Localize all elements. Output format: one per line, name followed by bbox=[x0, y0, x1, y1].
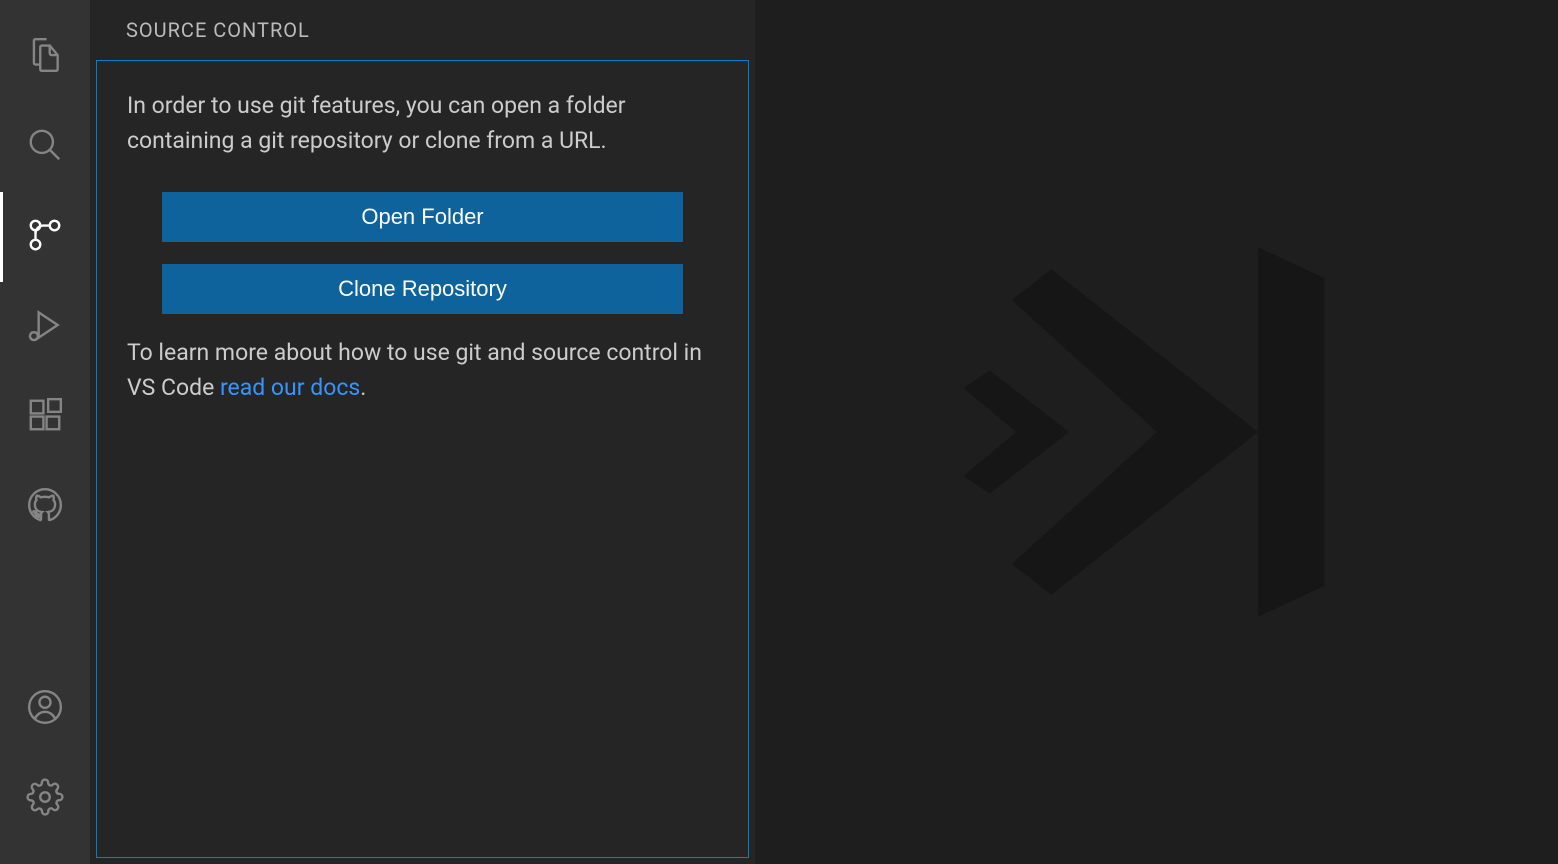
activity-item-explorer[interactable] bbox=[0, 12, 90, 102]
sidebar-title: SOURCE CONTROL bbox=[90, 0, 755, 60]
activity-bar-bottom bbox=[0, 664, 90, 864]
activity-item-search[interactable] bbox=[0, 102, 90, 192]
sidebar-content: In order to use git features, you can op… bbox=[96, 60, 749, 858]
search-icon bbox=[26, 126, 64, 168]
info-text: In order to use git features, you can op… bbox=[127, 89, 718, 158]
activity-bar bbox=[0, 0, 90, 864]
debug-icon bbox=[26, 306, 64, 348]
editor-area bbox=[755, 0, 1558, 864]
activity-item-accounts[interactable] bbox=[0, 664, 90, 754]
gear-icon bbox=[26, 778, 64, 820]
activity-item-settings[interactable] bbox=[0, 754, 90, 844]
vscode-logo-icon bbox=[937, 212, 1377, 652]
extensions-icon bbox=[26, 396, 64, 438]
github-icon bbox=[26, 486, 64, 528]
activity-bar-top bbox=[0, 12, 90, 664]
activity-item-source-control[interactable] bbox=[0, 192, 90, 282]
sidebar: SOURCE CONTROL In order to use git featu… bbox=[90, 0, 755, 864]
activity-item-extensions[interactable] bbox=[0, 372, 90, 462]
activity-item-github[interactable] bbox=[0, 462, 90, 552]
learn-more-text: To learn more about how to use git and s… bbox=[127, 336, 718, 405]
learn-more-prefix: To learn more about how to use git and s… bbox=[127, 339, 702, 401]
account-icon bbox=[26, 688, 64, 730]
activity-item-run-debug[interactable] bbox=[0, 282, 90, 372]
clone-repository-button[interactable]: Clone Repository bbox=[162, 264, 682, 314]
files-icon bbox=[26, 36, 64, 78]
read-docs-link[interactable]: read our docs bbox=[220, 374, 360, 401]
open-folder-button[interactable]: Open Folder bbox=[162, 192, 682, 242]
learn-more-suffix: . bbox=[360, 374, 366, 401]
source-control-icon bbox=[26, 216, 64, 258]
